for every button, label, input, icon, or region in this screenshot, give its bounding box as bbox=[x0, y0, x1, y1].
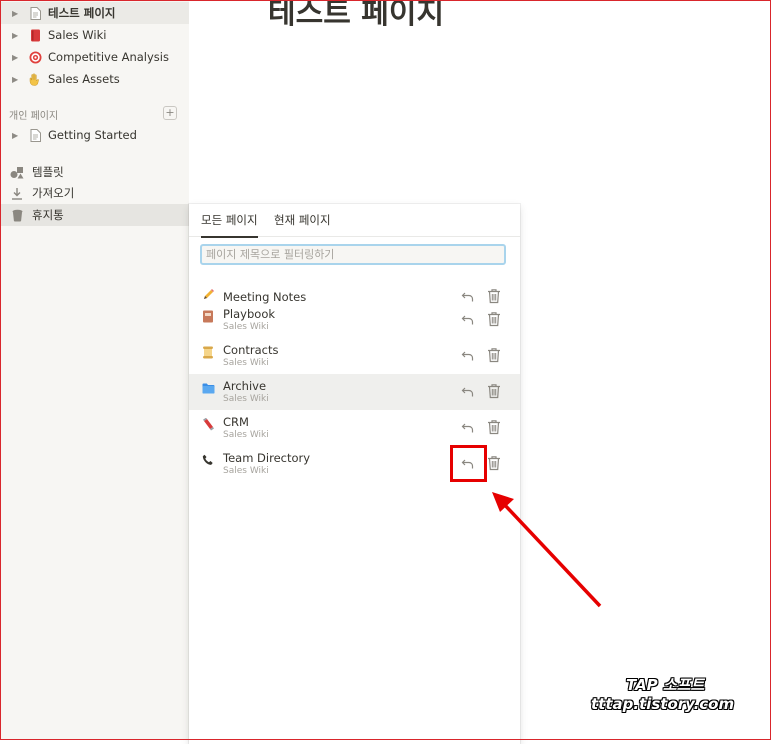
add-page-button[interactable]: + bbox=[163, 106, 177, 120]
trash-item-title: Contracts bbox=[223, 343, 279, 357]
annotation-highlight-box bbox=[450, 445, 487, 482]
delete-permanently-icon[interactable] bbox=[487, 419, 501, 435]
expand-triangle-icon[interactable]: ▶ bbox=[12, 75, 20, 84]
import-label: 가져오기 bbox=[32, 186, 75, 200]
sidebar-templates[interactable]: 템플릿 bbox=[0, 161, 189, 183]
expand-triangle-icon[interactable]: ▶ bbox=[12, 53, 20, 62]
trash-can-icon bbox=[10, 209, 24, 222]
sidebar-item-sales-wiki[interactable]: ▶ Sales Wiki bbox=[0, 24, 189, 46]
watermark-url: tttap.tistory.com bbox=[591, 695, 735, 713]
templates-label: 템플릿 bbox=[32, 165, 64, 179]
delete-permanently-icon[interactable] bbox=[487, 383, 501, 399]
delete-permanently-icon[interactable] bbox=[487, 347, 501, 363]
trash-item-contracts[interactable]: Contracts Sales Wiki bbox=[189, 338, 520, 374]
sidebar-item-label: Competitive Analysis bbox=[48, 50, 169, 64]
restore-icon[interactable] bbox=[461, 420, 475, 434]
red-book-icon bbox=[28, 28, 42, 42]
expand-triangle-icon[interactable]: ▶ bbox=[12, 131, 20, 140]
trash-item-location: Sales Wiki bbox=[223, 466, 269, 476]
sidebar-item-sales-assets[interactable]: ▶ Sales Assets bbox=[0, 68, 189, 90]
magnet-icon bbox=[201, 417, 215, 431]
expand-triangle-icon[interactable]: ▶ bbox=[12, 31, 20, 40]
trash-label: 휴지통 bbox=[32, 208, 64, 222]
trash-item-title: Archive bbox=[223, 379, 267, 393]
expand-triangle-icon[interactable]: ▶ bbox=[12, 9, 20, 18]
folder-icon bbox=[201, 381, 215, 395]
tab-current-page[interactable]: 현재 페이지 bbox=[274, 212, 331, 228]
notebook-icon bbox=[201, 309, 215, 323]
restore-icon[interactable] bbox=[461, 312, 475, 326]
trash-tabs: 모든 페이지 현재 페이지 bbox=[189, 204, 520, 238]
sidebar-item-label: 테스트 페이지 bbox=[48, 6, 116, 20]
pencil-icon bbox=[201, 287, 215, 301]
sidebar-item-test-page[interactable]: ▶ 테스트 페이지 bbox=[0, 2, 189, 24]
trash-item-location: Sales Wiki bbox=[223, 322, 269, 332]
page-icon bbox=[28, 128, 42, 142]
restore-icon[interactable] bbox=[461, 384, 475, 398]
download-icon bbox=[10, 187, 24, 200]
sidebar-import[interactable]: 가져오기 bbox=[0, 182, 189, 204]
sidebar-item-label: Sales Wiki bbox=[48, 28, 107, 42]
tab-all-pages[interactable]: 모든 페이지 bbox=[201, 212, 258, 238]
target-icon bbox=[28, 50, 42, 64]
trash-item-location: Sales Wiki bbox=[223, 358, 269, 368]
delete-permanently-icon[interactable] bbox=[487, 311, 501, 327]
trash-item-archive[interactable]: Archive Sales Wiki bbox=[189, 374, 520, 410]
scroll-icon bbox=[201, 345, 215, 359]
trash-item-title: CRM bbox=[223, 415, 249, 429]
sidebar: ▶ 테스트 페이지 ▶ Sales Wiki ▶ Competitive Ana… bbox=[0, 0, 189, 740]
sidebar-trash[interactable]: 휴지통 bbox=[0, 204, 189, 226]
hand-icon bbox=[28, 72, 42, 86]
trash-item-location: Sales Wiki bbox=[223, 430, 269, 440]
sidebar-item-getting-started[interactable]: ▶ Getting Started bbox=[0, 124, 189, 146]
trash-item-playbook[interactable]: Playbook Sales Wiki bbox=[189, 302, 520, 338]
page-icon bbox=[28, 6, 42, 20]
trash-item-crm[interactable]: CRM Sales Wiki bbox=[189, 410, 520, 446]
restore-icon[interactable] bbox=[461, 348, 475, 362]
watermark-brand: TAP 소프트 bbox=[626, 676, 705, 694]
templates-icon bbox=[10, 166, 24, 179]
page-title: 테스트 페이지 bbox=[268, 0, 445, 31]
restore-icon[interactable] bbox=[461, 289, 475, 303]
private-section-label: 개인 페이지 bbox=[9, 111, 59, 122]
filter-input[interactable] bbox=[200, 244, 506, 265]
trash-item-title: Team Directory bbox=[223, 451, 311, 465]
sidebar-item-label: Getting Started bbox=[48, 128, 137, 142]
sidebar-item-competitive-analysis[interactable]: ▶ Competitive Analysis bbox=[0, 46, 189, 68]
phone-icon bbox=[201, 453, 215, 467]
delete-permanently-icon[interactable] bbox=[487, 455, 501, 471]
trash-item-title: Playbook bbox=[223, 307, 276, 321]
trash-item-location: Sales Wiki bbox=[223, 394, 269, 404]
sidebar-item-label: Sales Assets bbox=[48, 72, 120, 86]
annotation-arrow-icon bbox=[492, 492, 602, 608]
